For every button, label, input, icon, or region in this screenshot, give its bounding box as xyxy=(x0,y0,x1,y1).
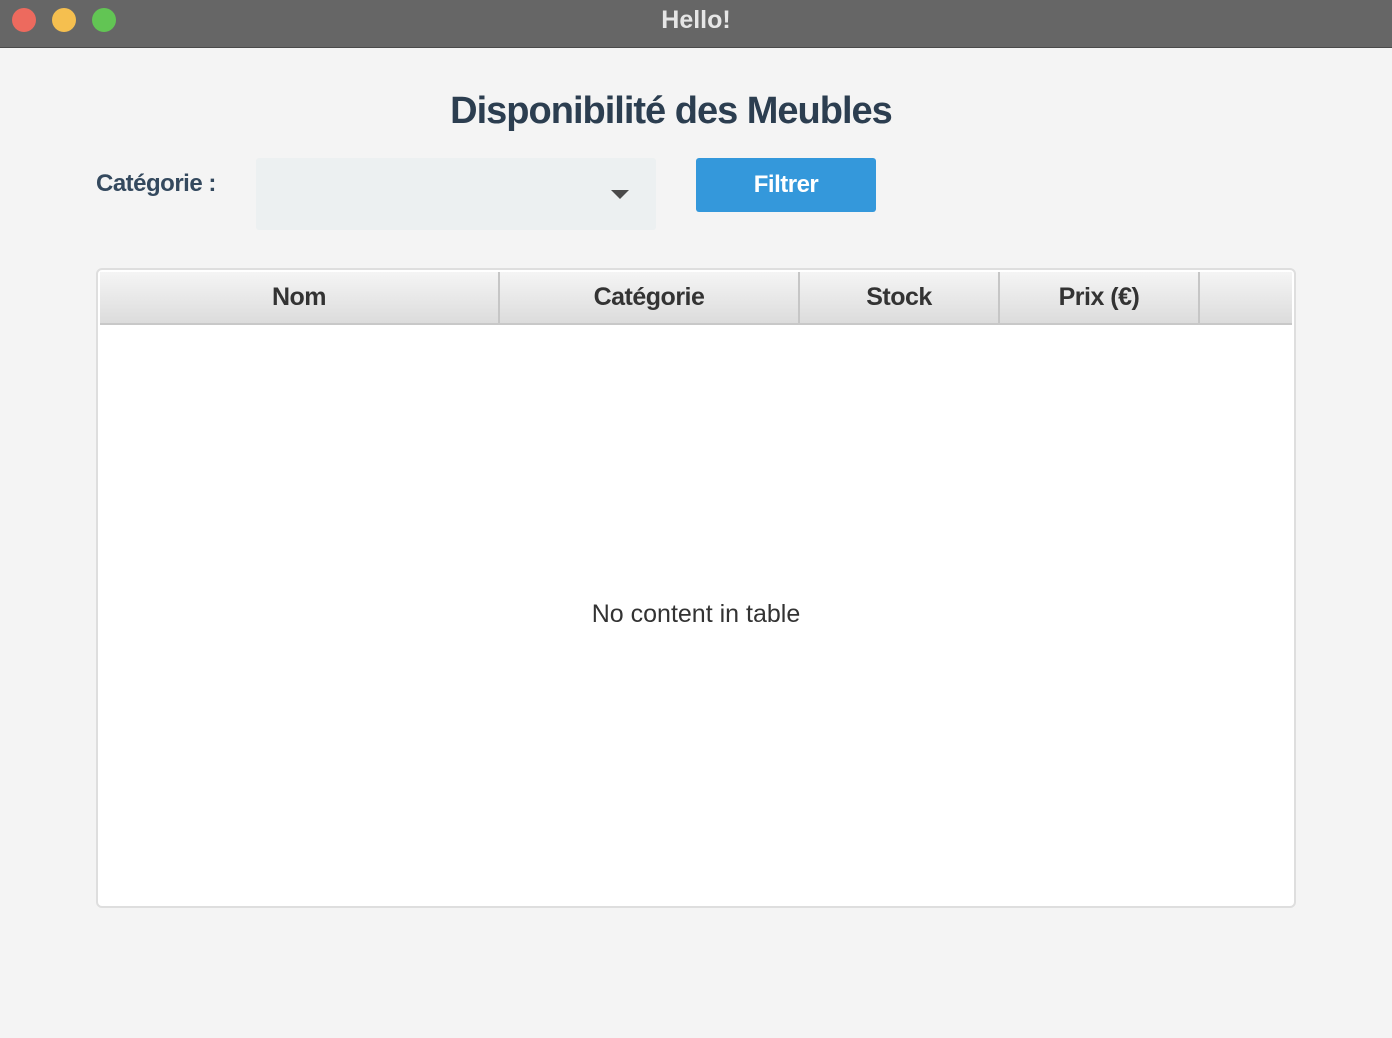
column-header-filler xyxy=(1200,272,1292,323)
column-header-nom[interactable]: Nom xyxy=(100,272,500,323)
table-header: Nom Catégorie Stock Prix (€) xyxy=(100,272,1292,325)
column-header-categorie[interactable]: Catégorie xyxy=(500,272,800,323)
window-title: Hello! xyxy=(661,6,731,34)
column-header-prix[interactable]: Prix (€) xyxy=(1000,272,1200,323)
chevron-down-icon[interactable] xyxy=(611,190,629,199)
table-empty-message: No content in table xyxy=(591,600,801,628)
column-header-stock[interactable]: Stock xyxy=(800,272,1000,323)
furniture-table[interactable]: Nom Catégorie Stock Prix (€) No content … xyxy=(96,268,1296,908)
title-bar[interactable]: Hello! xyxy=(0,0,1392,48)
filter-button[interactable]: Filtrer xyxy=(696,158,876,212)
page-title: Disponibilité des Meubles xyxy=(450,90,893,132)
category-label: Catégorie : xyxy=(96,170,216,197)
category-combobox[interactable] xyxy=(256,158,656,230)
app-window: Hello! Disponibilité des Meubles Catégor… xyxy=(0,0,1392,1038)
